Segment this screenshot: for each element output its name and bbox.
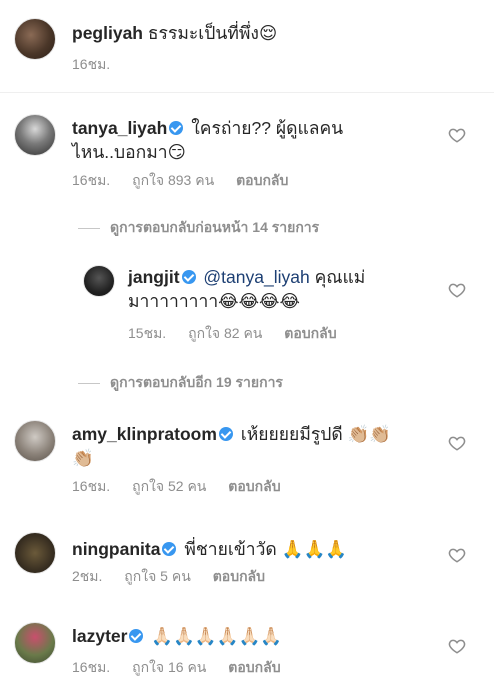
comment-meta: 16ชม. ถูกใจ 16 คน ตอบกลับ	[72, 658, 299, 676]
reply-button[interactable]: ตอบกลับ	[236, 172, 288, 188]
verified-badge-icon	[218, 427, 233, 441]
timestamp: 2ชม.	[72, 568, 103, 584]
reply-text: jangjit @tanya_liyah คุณแม่ มาาาาาาาา😂😂😂…	[128, 265, 428, 313]
timestamp: 16ชม.	[72, 172, 111, 188]
username[interactable]: amy_klinpratoom	[72, 424, 217, 444]
reply-body: คุณแม่	[309, 267, 366, 287]
avatar[interactable]	[83, 265, 115, 297]
username[interactable]: lazyter	[72, 626, 127, 646]
avatar[interactable]	[14, 18, 56, 60]
comment-body: เห้ยยยยมีรูปดี 👏🏼👏🏼	[240, 424, 392, 444]
verified-badge-icon	[169, 121, 184, 135]
divider	[78, 227, 100, 229]
mention-link[interactable]: @tanya_liyah	[203, 267, 309, 287]
comment-body: พี่ชายเข้าวัด 🙏🙏🙏	[184, 539, 348, 559]
avatar[interactable]	[14, 622, 56, 664]
likes-count[interactable]: ถูกใจ 893 คน	[132, 172, 214, 188]
post-time: 16ชม.	[72, 55, 128, 73]
view-previous-replies[interactable]: ดูการตอบกลับก่อนหน้า 14 รายการ	[78, 218, 319, 236]
caption-body: ธรรมะเป็นที่พึ่ง😌	[147, 23, 278, 43]
caption-text: pegliyah ธรรมะเป็นที่พึ่ง😌	[72, 21, 277, 45]
reply-body-2: มาาาาาาาา😂😂😂😂	[128, 291, 300, 311]
comment-meta: 2ชม. ถูกใจ 5 คน ตอบกลับ	[72, 567, 283, 585]
verified-badge-icon	[162, 542, 177, 556]
reply-button[interactable]: ตอบกลับ	[228, 478, 280, 494]
comment-body: 🙏🏻🙏🏻🙏🏻🙏🏻🙏🏻🙏🏻	[151, 626, 283, 646]
comment-meta: 16ชม. ถูกใจ 893 คน ตอบกลับ	[72, 171, 306, 189]
heart-icon[interactable]	[448, 546, 466, 564]
comment-text: tanya_liyah ใครถ่าย?? ผู้ดูแลคน ไหน..บอก…	[72, 116, 432, 164]
view-previous-label[interactable]: ดูการตอบกลับก่อนหน้า 14 รายการ	[110, 219, 319, 235]
comment-meta: 16ชม. ถูกใจ 52 คน ตอบกลับ	[72, 477, 299, 495]
timestamp: 16ชม.	[72, 659, 111, 675]
comment-text: ningpanita พี่ชายเข้าวัด 🙏🙏🙏	[72, 537, 432, 561]
username[interactable]: tanya_liyah	[72, 118, 167, 138]
avatar[interactable]	[14, 114, 56, 156]
heart-icon[interactable]	[448, 637, 466, 655]
view-more-label[interactable]: ดูการตอบกลับอีก 19 รายการ	[110, 374, 283, 390]
comment-text: lazyter 🙏🏻🙏🏻🙏🏻🙏🏻🙏🏻🙏🏻	[72, 624, 432, 648]
username[interactable]: jangjit	[128, 267, 180, 287]
timestamp: 16ชม.	[72, 56, 111, 72]
timestamp: 15ชม.	[128, 325, 167, 341]
reply-button[interactable]: ตอบกลับ	[284, 325, 336, 341]
avatar[interactable]	[14, 532, 56, 574]
avatar[interactable]	[14, 420, 56, 462]
heart-icon[interactable]	[448, 281, 466, 299]
verified-badge-icon	[181, 270, 196, 284]
comment-text: amy_klinpratoom เห้ยยยยมีรูปดี 👏🏼👏🏼 👏🏼	[72, 422, 442, 470]
reply-button[interactable]: ตอบกลับ	[213, 568, 265, 584]
heart-icon[interactable]	[448, 126, 466, 144]
reply-meta: 15ชม. ถูกใจ 82 คน ตอบกลับ	[128, 324, 355, 342]
verified-badge-icon	[129, 629, 144, 643]
divider	[0, 92, 494, 93]
username[interactable]: ningpanita	[72, 539, 160, 559]
divider	[78, 382, 100, 384]
likes-count[interactable]: ถูกใจ 5 คน	[124, 568, 191, 584]
view-more-replies[interactable]: ดูการตอบกลับอีก 19 รายการ	[78, 373, 283, 391]
comment-body: ใครถ่าย?? ผู้ดูแลคน	[191, 118, 344, 138]
likes-count[interactable]: ถูกใจ 16 คน	[132, 659, 206, 675]
timestamp: 16ชม.	[72, 478, 111, 494]
heart-icon[interactable]	[448, 434, 466, 452]
comment-body-2: 👏🏼	[72, 448, 94, 468]
likes-count[interactable]: ถูกใจ 82 คน	[188, 325, 262, 341]
comment-body-2: ไหน..บอกมา😏	[72, 142, 186, 162]
likes-count[interactable]: ถูกใจ 52 คน	[132, 478, 206, 494]
username[interactable]: pegliyah	[72, 23, 143, 43]
reply-button[interactable]: ตอบกลับ	[228, 659, 280, 675]
